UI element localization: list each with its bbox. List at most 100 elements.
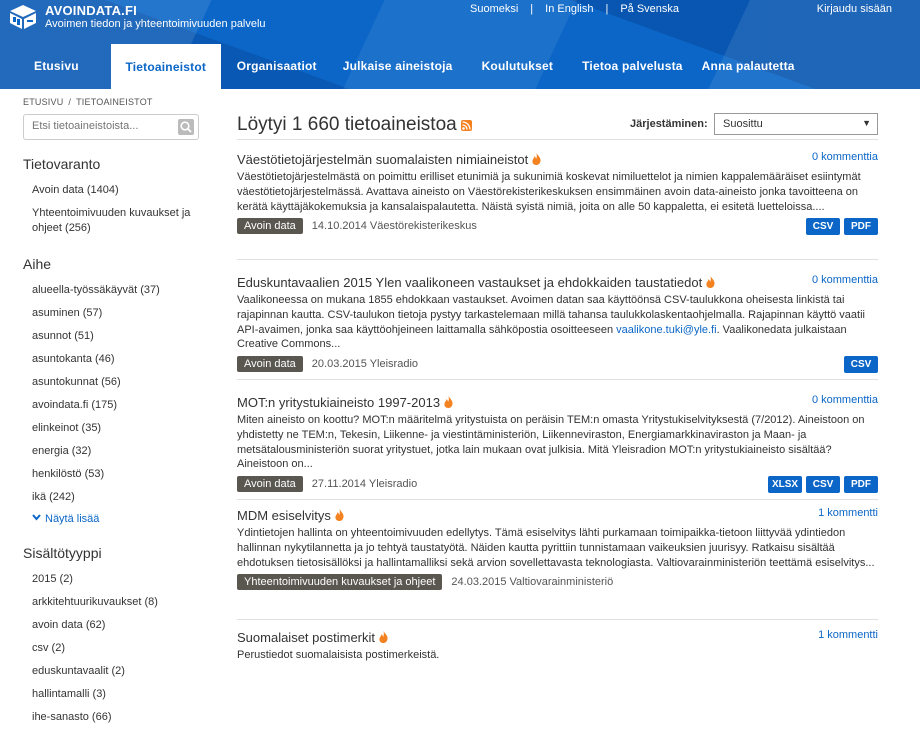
- brand-title: AVOINDATA.FI: [45, 3, 137, 18]
- dataset-description: Miten aineisto on koottu? MOT:n määritel…: [237, 414, 865, 471]
- search-input[interactable]: [24, 115, 180, 137]
- facet-item[interactable]: hallintamalli (3): [23, 683, 199, 706]
- lang-finnish[interactable]: Suomeksi: [470, 3, 518, 15]
- login-link[interactable]: Kirjaudu sisään: [817, 3, 892, 15]
- dataset-date-publisher: 27.11.2014 Yleisradio: [311, 478, 418, 491]
- nav-tab-datasets[interactable]: Tietoaineistot: [110, 44, 221, 89]
- format-badge-xlsx[interactable]: XLSX: [768, 475, 802, 493]
- facet-item[interactable]: avoin data (62): [23, 614, 199, 637]
- format-badge-csv[interactable]: CSV: [844, 355, 878, 373]
- breadcrumb: ETUSIVU / TIETOAINEISTOT: [23, 97, 199, 107]
- nav-tab-publish[interactable]: Julkaise aineistoja: [330, 42, 466, 89]
- facet-item[interactable]: asuntokunnat (56): [23, 371, 199, 394]
- facet-item[interactable]: Yhteentoimivuuden kuvaukset ja ohjeet (2…: [23, 202, 199, 240]
- facet-item[interactable]: Avoin data (1404): [23, 179, 199, 202]
- format-badge-pdf[interactable]: PDF: [844, 217, 878, 235]
- comments-link[interactable]: 1 kommentti: [818, 507, 878, 519]
- show-more-link[interactable]: Näytä lisää: [23, 509, 199, 529]
- language-switcher: Suomeksi | In English | På Svenska: [470, 3, 679, 15]
- sort-value: Suosittu: [723, 118, 763, 130]
- sort-select[interactable]: Suosittu ▼: [714, 113, 878, 135]
- sort-label: Järjestäminen:: [630, 118, 708, 130]
- dataset-description: Perustiedot suomalaisista postimerkeistä…: [237, 649, 440, 661]
- facet-item[interactable]: energia (32): [23, 440, 199, 463]
- results-count: Löytyi 1 660 tietoaineistoa: [237, 114, 457, 135]
- chevron-down-icon: [32, 514, 41, 521]
- dataset-description: Väestötietojärjestelmästä on poimittu er…: [237, 171, 861, 213]
- facet-item[interactable]: csv (2): [23, 637, 199, 660]
- email-link[interactable]: vaalikone.tuki@yle.fi: [616, 324, 716, 336]
- facet-item[interactable]: ikä (242): [23, 486, 199, 509]
- brand-subtitle: Avoimen tiedon ja yhteentoimivuuden palv…: [45, 18, 266, 30]
- facet-item[interactable]: asuntokanta (46): [23, 348, 199, 371]
- brand-logo[interactable]: AVOINDATA.FI Avoimen tiedon ja yhteentoi…: [9, 3, 266, 31]
- dataset-description: Ydintietojen hallinta on yhteentoimivuud…: [237, 527, 875, 569]
- dataset-title[interactable]: Suomalaiset postimerkit: [237, 630, 375, 645]
- facet-item[interactable]: eduskuntavaalit (2): [23, 660, 199, 683]
- facet-item[interactable]: ihe-sanasto (66): [23, 706, 199, 729]
- comments-link[interactable]: 0 kommenttia: [812, 151, 878, 163]
- facet-item[interactable]: asunnot (51): [23, 325, 199, 348]
- format-badge-pdf[interactable]: PDF: [844, 475, 878, 493]
- show-more-label: Näytä lisää: [45, 513, 100, 525]
- results-title: Löytyi 1 660 tietoaineistoa: [237, 114, 472, 136]
- popular-fire-icon: [444, 396, 453, 408]
- popular-fire-icon: [706, 276, 715, 288]
- type-badge[interactable]: Avoin data: [237, 218, 303, 235]
- facet-item[interactable]: avoindata.fi (175): [23, 394, 199, 417]
- breadcrumb-divider: /: [68, 97, 72, 107]
- format-list: CSV: [844, 355, 878, 373]
- format-list: XLSX CSV PDF: [768, 475, 878, 493]
- dataset-search: [23, 114, 199, 140]
- facet-item[interactable]: arkkitehtuurikuvaukset (8): [23, 591, 199, 614]
- facet-item[interactable]: asuminen (57): [23, 302, 199, 325]
- dataset-date-publisher: 20.03.2015 Yleisradio: [311, 358, 419, 371]
- search-button[interactable]: [178, 119, 194, 135]
- comments-link[interactable]: 0 kommenttia: [812, 394, 878, 406]
- lang-swedish[interactable]: På Svenska: [620, 3, 679, 15]
- lang-english[interactable]: In English: [545, 3, 593, 15]
- rss-icon[interactable]: [460, 120, 472, 131]
- dataset-title[interactable]: Eduskuntavaalien 2015 Ylen vaalikoneen v…: [237, 275, 702, 290]
- dataset-meta: Avoin data 14.10.2014 Väestörekisterikes…: [237, 217, 878, 235]
- facet-title-sisaltotyyppi: Sisältötyyppi: [23, 545, 102, 561]
- dataset-title[interactable]: MDM esiselvitys: [237, 508, 331, 523]
- dataset-title[interactable]: Väestötietojärjestelmän suomalaisten nim…: [237, 152, 528, 167]
- dataset-description: Vaalikoneessa on mukana 1855 ehdokkaan v…: [237, 293, 878, 352]
- dataset-item: 0 kommenttia MOT:n yritystukiaineisto 19…: [237, 379, 878, 499]
- format-list: CSV PDF: [806, 217, 878, 235]
- dataset-title[interactable]: MOT:n yritystukiaineisto 1997-2013: [237, 395, 440, 410]
- dataset-meta: Yhteentoimivuuden kuvaukset ja ohjeet 24…: [237, 573, 878, 591]
- nav-tab-organizations[interactable]: Organisaatiot: [221, 42, 330, 89]
- lang-divider: |: [530, 3, 534, 15]
- comments-link[interactable]: 1 kommentti: [818, 629, 878, 641]
- site-header: AVOINDATA.FI Avoimen tiedon ja yhteentoi…: [0, 0, 920, 89]
- format-badge-csv[interactable]: CSV: [806, 217, 840, 235]
- nav-tab-feedback[interactable]: Anna palautetta: [696, 42, 808, 89]
- dataset-meta: Avoin data 20.03.2015 Yleisradio CSV: [237, 355, 878, 373]
- facet-item[interactable]: elinkeinot (35): [23, 417, 199, 440]
- type-badge[interactable]: Avoin data: [237, 356, 303, 373]
- dropdown-arrow-icon: ▼: [862, 118, 871, 128]
- type-badge[interactable]: Yhteentoimivuuden kuvaukset ja ohjeet: [237, 574, 443, 591]
- dataset-item: 0 kommenttia Eduskuntavaalien 2015 Ylen …: [237, 259, 878, 379]
- nav-tab-trainings[interactable]: Koulutukset: [466, 42, 567, 89]
- dataset-item: 1 kommentti MDM esiselvitys Ydintietojen…: [237, 499, 878, 619]
- lang-divider: |: [605, 3, 609, 15]
- breadcrumb-home[interactable]: ETUSIVU: [23, 97, 63, 107]
- facet-item[interactable]: 2015 (2): [23, 568, 199, 591]
- main-nav: Etusivu Tietoaineistot Organisaatiot Jul…: [0, 42, 920, 89]
- comments-link[interactable]: 0 kommenttia: [812, 274, 878, 286]
- popular-fire-icon: [335, 509, 344, 521]
- type-badge[interactable]: Avoin data: [237, 476, 303, 493]
- nav-tab-about[interactable]: Tietoa palvelusta: [566, 42, 696, 89]
- format-badge-csv[interactable]: CSV: [806, 475, 840, 493]
- nav-tab-home[interactable]: Etusivu: [21, 42, 111, 89]
- breadcrumb-datasets[interactable]: TIETOAINEISTOT: [76, 97, 152, 107]
- facet-item[interactable]: henkilöstö (53): [23, 463, 199, 486]
- dataset-date-publisher: 24.03.2015 Valtiovarainministeriö: [451, 576, 614, 589]
- popular-fire-icon: [379, 631, 388, 643]
- results-header: Löytyi 1 660 tietoaineistoa Järjestämine…: [237, 89, 878, 139]
- cube-logo-icon: [10, 5, 36, 29]
- facet-item[interactable]: alueella-työssäkäyvät (37): [23, 279, 199, 302]
